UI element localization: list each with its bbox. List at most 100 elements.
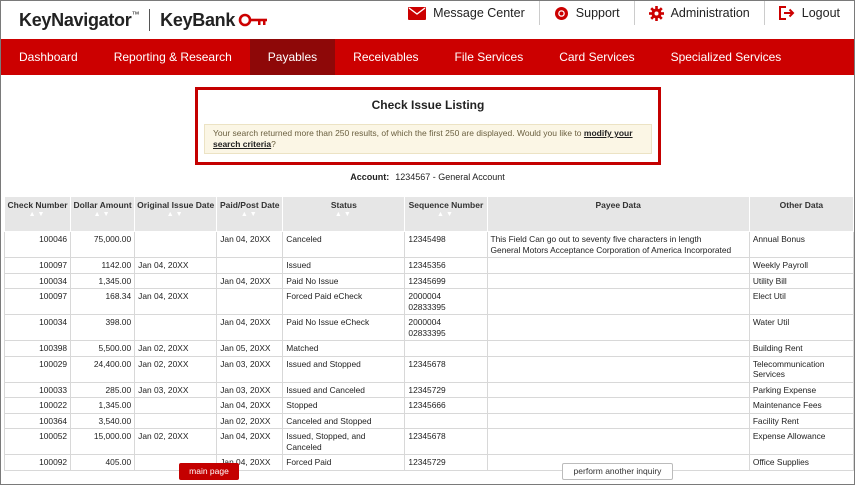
cell-original-issue-date: Jan 02, 20XX — [134, 340, 218, 357]
tab-receivables[interactable]: Receivables — [335, 39, 436, 75]
table-row[interactable]: 100097 1142.00 Jan 04, 20XX Issued 12345356 W… — [3, 257, 854, 274]
sort-arrows-icon[interactable]: ▲▼ — [219, 211, 280, 218]
table-row[interactable]: 100034 1,345.00 Jan 04, 20XX Paid No Issue 1… — [3, 272, 854, 289]
cell-paid-post-date: Jan 04, 20XX — [216, 231, 284, 258]
tab-card-services[interactable]: Card Services — [541, 39, 652, 75]
cell-other-data: Parking Expense — [748, 381, 854, 398]
key-icon — [238, 13, 268, 27]
cell-original-issue-date: Jan 04, 20XX — [134, 257, 218, 274]
cell-sequence-number: 12345678 — [404, 355, 488, 383]
cell-other-data: Elect Util — [748, 288, 854, 315]
cell-check-number: 100364 — [3, 412, 72, 429]
cell-paid-post-date: Jan 05, 20XX — [216, 340, 284, 357]
header-paid-post-date[interactable]: Paid/Post Date ▲▼ — [216, 196, 284, 232]
support-link[interactable]: Support — [538, 1, 634, 25]
table-row[interactable]: 100092 405.00 Jan 04, 20XX Forced Paid 12345… — [3, 454, 854, 471]
main-page-button[interactable]: main page — [179, 463, 239, 480]
cell-original-issue-date: Jan 02, 20XX — [134, 355, 218, 383]
cell-original-issue-date: Jan 04, 20XX — [134, 288, 218, 315]
header-dollar-amount[interactable]: Dollar Amount ▲▼ — [70, 196, 136, 232]
cell-payee-data — [486, 381, 750, 398]
tab-file-services[interactable]: File Services — [437, 39, 542, 75]
cell-other-data: Telecommunication Services — [748, 355, 854, 383]
tab-payables[interactable]: Payables — [249, 39, 336, 75]
cell-check-number: 100097 — [3, 288, 72, 315]
header-sequence-number[interactable]: Sequence Number ▲▼ — [404, 196, 488, 232]
sort-arrows-icon[interactable]: ▲▼ — [7, 211, 68, 218]
cell-original-issue-date — [134, 314, 218, 341]
message-center-link[interactable]: Message Center — [394, 1, 539, 25]
keynavigator-logo: KeyNavigator™ — [19, 9, 140, 30]
cell-other-data: Utility Bill — [748, 272, 854, 289]
perform-another-inquiry-button[interactable]: perform another inquiry — [562, 463, 673, 480]
account-value: 1234567 - General Account — [395, 172, 505, 182]
cell-other-data: Expense Allowance — [748, 428, 854, 455]
app-window: KeyNavigator™ KeyBank Message Center Sup… — [0, 0, 855, 485]
table-row[interactable]: 100029 24,400.00 Jan 02, 20XX Jan 03, 20XX I… — [3, 355, 854, 383]
cell-dollar-amount: 398.00 — [70, 314, 136, 341]
results-notice: Check Issue Listing Your search returned… — [195, 87, 661, 165]
logout-link[interactable]: Logout — [763, 1, 854, 25]
sort-arrows-icon[interactable]: ▲▼ — [407, 211, 484, 218]
sort-arrows-icon[interactable]: ▲▼ — [137, 211, 214, 218]
header-label: Status — [330, 200, 357, 210]
cell-sequence-number: 12345356 — [404, 257, 488, 274]
cell-original-issue-date: Jan 03, 20XX — [134, 381, 218, 398]
cell-paid-post-date: Jan 03, 20XX — [216, 355, 284, 383]
table-row[interactable]: 100033 285.00 Jan 03, 20XX Jan 03, 20XX Issu… — [3, 381, 854, 398]
cell-payee-data — [486, 314, 750, 341]
table-row[interactable]: 100046 75,000.00 Jan 04, 20XX Canceled 12345… — [3, 231, 854, 258]
table-row[interactable]: 100034 398.00 Jan 04, 20XX Paid No Issue eC… — [3, 314, 854, 341]
table-row[interactable]: 100022 1,345.00 Jan 04, 20XX Stopped 1234566… — [3, 397, 854, 414]
table-row[interactable]: 100398 5,500.00 Jan 02, 20XX Jan 05, 20XX Ma… — [3, 340, 854, 357]
header-other-data[interactable]: Other Data — [748, 196, 854, 232]
cell-status: Forced Paid eCheck — [282, 288, 406, 315]
header-label: Check Number — [7, 200, 68, 210]
header-status[interactable]: Status ▲▼ — [282, 196, 406, 232]
account-line: Account: 1234567 - General Account — [1, 172, 854, 182]
cell-check-number: 100092 — [3, 454, 72, 471]
table-row[interactable]: 100097 168.34 Jan 04, 20XX Forced Paid eChe… — [3, 288, 854, 315]
cell-check-number: 100398 — [3, 340, 72, 357]
cell-paid-post-date: Jan 04, 20XX — [216, 397, 284, 414]
header-check-number[interactable]: Check Number ▲▼ — [3, 196, 72, 232]
logo[interactable]: KeyNavigator™ KeyBank — [19, 5, 268, 35]
table-row[interactable]: 100364 3,540.00 Jan 02, 20XX Canceled and S… — [3, 412, 854, 429]
header-payee-data[interactable]: Payee Data — [486, 196, 750, 232]
message-center-label: Message Center — [433, 6, 525, 20]
cell-dollar-amount: 285.00 — [70, 381, 136, 398]
cell-check-number: 100046 — [3, 231, 72, 258]
cell-sequence-number: 12345729 — [404, 381, 488, 398]
cell-sequence-number: 12345498 — [404, 231, 488, 258]
logout-label: Logout — [801, 6, 840, 20]
warning-message: Your search returned more than 250 resul… — [204, 124, 652, 154]
cell-sequence-number: 2000004 02833395 — [404, 288, 488, 315]
lifebuoy-icon — [554, 6, 568, 20]
sort-arrows-icon[interactable]: ▲▼ — [73, 211, 132, 218]
header-original-issue-date[interactable]: Original Issue Date ▲▼ — [134, 196, 218, 232]
cell-dollar-amount: 5,500.00 — [70, 340, 136, 357]
cell-sequence-number — [404, 412, 488, 429]
cell-sequence-number: 2000004 02833395 — [404, 314, 488, 341]
logout-icon — [778, 6, 795, 20]
cell-check-number: 100022 — [3, 397, 72, 414]
cell-payee-data — [486, 340, 750, 357]
tab-reporting-research[interactable]: Reporting & Research — [96, 39, 250, 75]
cell-check-number: 100097 — [3, 257, 72, 274]
header-label: Paid/Post Date — [219, 200, 280, 210]
sort-arrows-icon[interactable]: ▲▼ — [285, 211, 402, 218]
cell-other-data: Facility Rent — [748, 412, 854, 429]
cell-paid-post-date: Jan 04, 20XX — [216, 428, 284, 455]
warning-text: Your search returned more than 250 resul… — [213, 128, 584, 138]
page-title: Check Issue Listing — [371, 98, 485, 112]
tab-specialized-services[interactable]: Specialized Services — [653, 39, 800, 75]
header-label: Sequence Number — [408, 200, 484, 210]
cell-original-issue-date — [134, 412, 218, 429]
table-row[interactable]: 100052 15,000.00 Jan 02, 20XX Jan 04, 20XX I… — [3, 428, 854, 455]
cell-status: Issued — [282, 257, 406, 274]
administration-link[interactable]: Administration — [633, 1, 764, 25]
tab-dashboard[interactable]: Dashboard — [1, 39, 96, 75]
cell-status: Canceled and Stopped — [282, 412, 406, 429]
cell-dollar-amount: 168.34 — [70, 288, 136, 315]
header-label: Payee Data — [595, 200, 641, 210]
